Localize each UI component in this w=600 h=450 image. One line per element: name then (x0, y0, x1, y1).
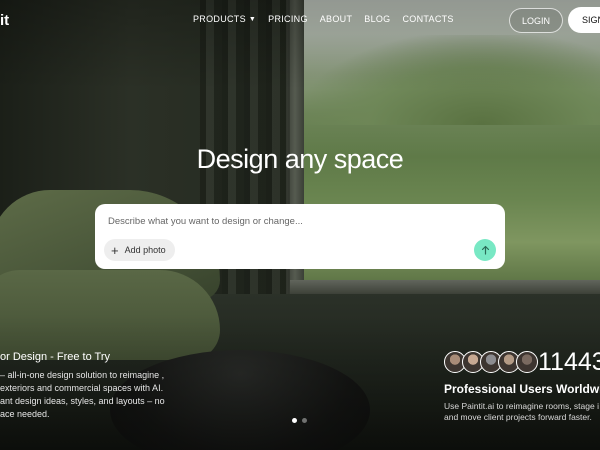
caret-down-icon: ▼ (248, 15, 257, 23)
nav-item-pricing[interactable]: PRICING (268, 14, 308, 24)
users-count: 11443 (538, 348, 600, 376)
nav-item-label: PRODUCTS (193, 14, 246, 24)
feature-description: – all-in-one design solution to reimagin… (0, 370, 165, 419)
nav-item-products[interactable]: PRODUCTS ▼ (193, 14, 256, 24)
nav-item-label: BLOG (364, 14, 391, 24)
arrow-up-icon (481, 245, 489, 255)
nav-item-blog[interactable]: BLOG (364, 14, 390, 24)
hero-section: it PRODUCTS ▼ PRICING ABOUT BLOG CONTACT… (0, 0, 600, 450)
login-button[interactable]: LOGIN (509, 8, 563, 33)
page-title: Design any space (196, 144, 404, 174)
stats-description: Use Paintit.ai to reimagine rooms, stage… (444, 401, 599, 422)
carousel-pager (292, 418, 307, 423)
feature-title: or Design - Free to Try (0, 351, 111, 363)
nav-item-label: ABOUT (319, 14, 353, 24)
prompt-input[interactable] (108, 216, 488, 227)
plus-icon: + (111, 242, 119, 258)
pager-dot[interactable] (302, 418, 307, 423)
nav-item-label: PRICING (268, 14, 308, 24)
add-photo-label: Add photo (124, 245, 166, 255)
main-nav: PRODUCTS ▼ PRICING ABOUT BLOG CONTACTS (193, 14, 466, 24)
send-button[interactable] (474, 239, 496, 261)
nav-item-contacts[interactable]: CONTACTS (402, 14, 453, 24)
signup-button[interactable]: SIGN (568, 7, 600, 33)
avatar (516, 351, 538, 373)
stats-title: Professional Users Worldwid (444, 382, 600, 396)
prompt-box: + Add photo (95, 204, 505, 269)
logo[interactable]: it (0, 12, 9, 29)
add-photo-button[interactable]: + Add photo (104, 239, 175, 261)
nav-item-about[interactable]: ABOUT (320, 14, 353, 24)
pager-dot[interactable] (292, 418, 297, 423)
avatar-group (444, 351, 538, 373)
nav-item-label: CONTACTS (402, 14, 454, 24)
